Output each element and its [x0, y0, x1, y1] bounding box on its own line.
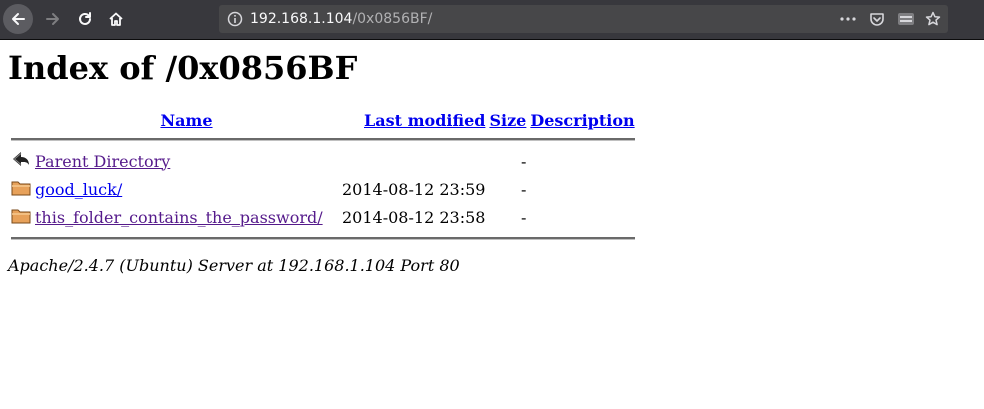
row-description-cell [529, 176, 635, 202]
description-column-header: Description [529, 110, 635, 131]
table-row: this_folder_contains_the_password/ 2014-… [10, 204, 636, 230]
folder-icon [11, 209, 31, 224]
home-icon [109, 12, 123, 26]
row-name-cell: Parent Directory [34, 148, 339, 174]
row-description-cell [529, 204, 635, 230]
bookmark-star-icon[interactable] [925, 11, 941, 27]
row-icon-cell [10, 176, 32, 202]
url-path: /0x0856BF/ [352, 11, 433, 27]
row-name-cell: good_luck/ [34, 176, 339, 202]
url-host: 192.168.1.104 [250, 11, 353, 27]
back-icon [13, 152, 29, 166]
sort-by-description-link[interactable]: Description [530, 111, 634, 130]
table-row: good_luck/ 2014-08-12 23:59 - [10, 176, 636, 202]
sort-by-size-link[interactable]: Size [489, 111, 526, 130]
icon-column-header [10, 110, 32, 131]
divider [11, 237, 635, 240]
arrow-left-icon [12, 13, 25, 25]
directory-listing-table: Name Last modified Size Description Pare… [8, 108, 638, 247]
home-button[interactable] [101, 4, 131, 34]
row-icon-cell [10, 148, 32, 174]
browser-toolbar: 192.168.1.104/0x0856BF/ [0, 0, 984, 40]
more-actions-icon[interactable] [839, 11, 857, 27]
back-button[interactable] [3, 4, 33, 34]
row-icon-cell [10, 204, 32, 230]
pocket-icon[interactable] [869, 11, 885, 27]
size-column-header: Size [488, 110, 527, 131]
server-signature: Apache/2.4.7 (Ubuntu) Server at 192.168.… [8, 256, 460, 275]
table-row: Parent Directory - [10, 148, 636, 174]
row-description-cell [529, 148, 635, 174]
footer-divider-row [10, 232, 636, 245]
page-title: Index of /0x0856BF [8, 49, 358, 87]
url-text[interactable]: 192.168.1.104/0x0856BF/ [250, 10, 432, 28]
header-divider-row [10, 133, 636, 146]
row-name-cell: this_folder_contains_the_password/ [34, 204, 339, 230]
last-modified-column-header: Last modified [341, 110, 486, 131]
reload-icon [79, 12, 91, 25]
sort-by-date-link[interactable]: Last modified [364, 111, 485, 130]
name-column-header: Name [34, 110, 339, 131]
row-date-cell: 2014-08-12 23:58 [342, 207, 486, 227]
row-size-cell: - [520, 207, 527, 227]
parent-directory-link[interactable]: Parent Directory [35, 152, 170, 171]
screenshot-icon[interactable] [897, 11, 915, 27]
row-size-cell: - [520, 151, 527, 171]
url-bar[interactable]: 192.168.1.104/0x0856BF/ [219, 5, 948, 33]
good-luck-folder-link[interactable]: good_luck/ [35, 180, 122, 199]
sort-by-name-link[interactable]: Name [160, 111, 212, 130]
reload-button[interactable] [70, 4, 100, 34]
table-header-row: Name Last modified Size Description [10, 110, 636, 131]
password-folder-link[interactable]: this_folder_contains_the_password/ [35, 208, 323, 227]
divider [11, 138, 635, 141]
row-date-cell: 2014-08-12 23:59 [342, 179, 486, 199]
row-size-cell: - [520, 179, 527, 199]
arrow-right-icon [46, 13, 59, 25]
row-date-cell [341, 148, 486, 174]
forward-button[interactable] [38, 4, 68, 34]
folder-icon [11, 181, 31, 196]
info-icon[interactable] [227, 11, 243, 27]
